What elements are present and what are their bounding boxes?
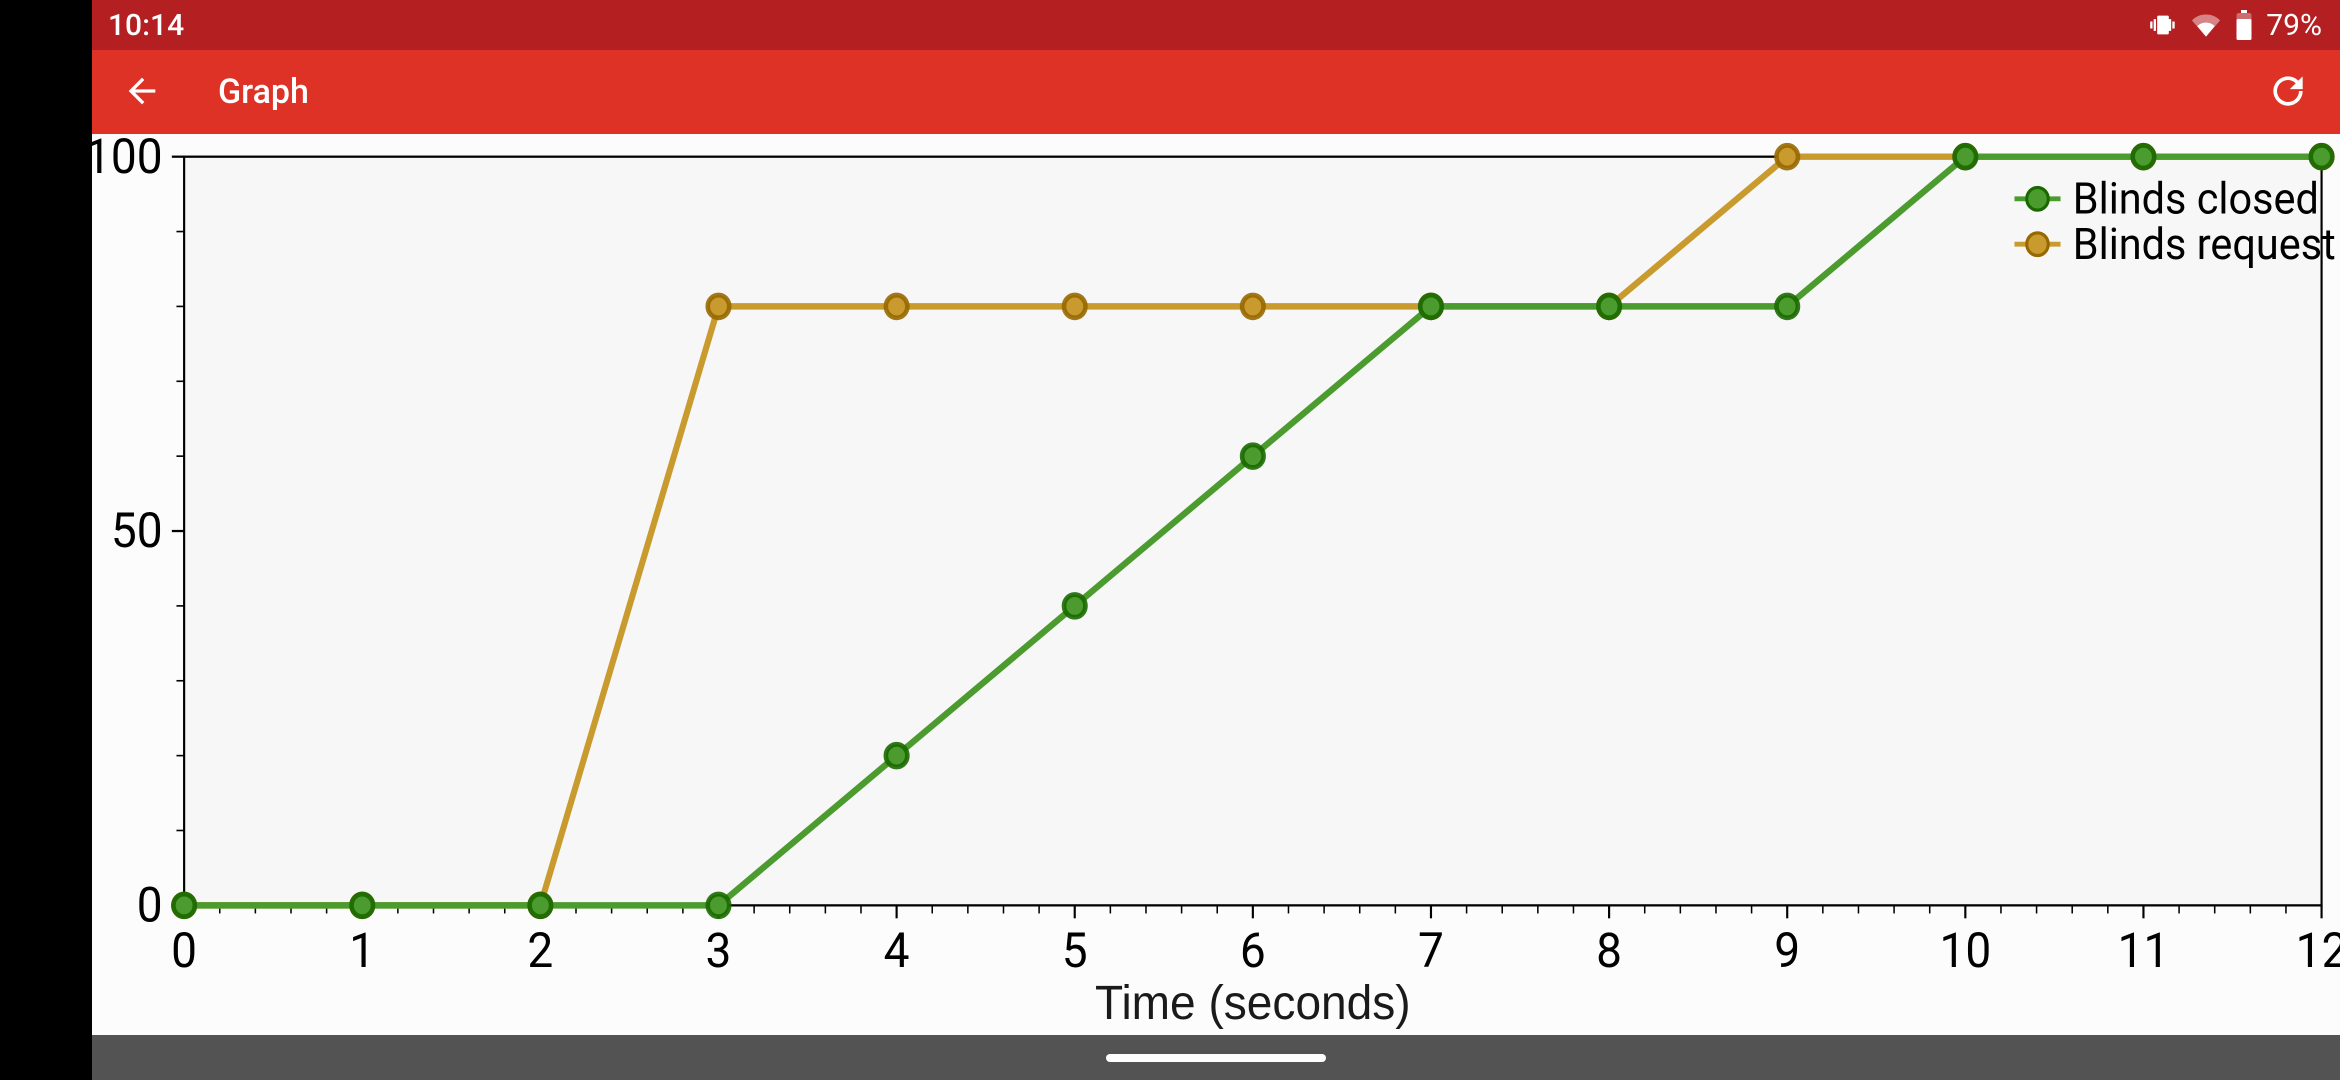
svg-text:100: 100	[92, 134, 163, 185]
arrow-left-icon	[122, 71, 162, 111]
svg-text:0: 0	[137, 876, 163, 933]
svg-text:1: 1	[349, 922, 375, 979]
battery-icon	[2234, 10, 2254, 40]
app-bar: Graph	[92, 50, 2340, 134]
svg-text:6: 6	[1240, 922, 1266, 979]
svg-text:Time (seconds): Time (seconds)	[1095, 976, 1411, 1030]
svg-text:7: 7	[1418, 922, 1444, 979]
svg-text:2: 2	[527, 922, 553, 979]
refresh-button[interactable]	[2258, 61, 2318, 124]
svg-text:9: 9	[1774, 922, 1800, 979]
battery-percent: 79%	[2266, 8, 2322, 43]
chart-svg: 0501000123456789101112Time (seconds)Blin…	[92, 134, 2340, 1035]
status-bar: 10:14 79%	[92, 0, 2340, 50]
home-indicator[interactable]	[1106, 1054, 1326, 1062]
svg-text:4: 4	[884, 922, 910, 979]
svg-text:10: 10	[1939, 922, 1991, 979]
svg-text:12: 12	[2296, 922, 2340, 979]
back-button[interactable]	[114, 63, 170, 122]
root: 10:14 79% Graph	[0, 0, 2340, 1080]
svg-text:8: 8	[1596, 922, 1622, 979]
legend-entry: Blinds closed	[2073, 173, 2319, 224]
chart-area[interactable]: 0501000123456789101112Time (seconds)Blin…	[92, 134, 2340, 1035]
wifi-icon	[2190, 11, 2222, 39]
nav-bar	[92, 1035, 2340, 1080]
status-time: 10:14	[108, 8, 184, 43]
content: 10:14 79% Graph	[92, 0, 2340, 1080]
refresh-icon	[2266, 69, 2310, 113]
page-title: Graph	[218, 72, 309, 112]
svg-text:3: 3	[706, 922, 732, 979]
svg-text:0: 0	[171, 922, 197, 979]
svg-text:5: 5	[1062, 922, 1088, 979]
svg-text:50: 50	[111, 502, 163, 559]
vibrate-icon	[2148, 11, 2178, 39]
svg-text:11: 11	[2118, 922, 2170, 979]
legend-entry: Blinds request	[2073, 219, 2336, 270]
camera-cutout-strip	[0, 0, 92, 1080]
status-icons: 79%	[2148, 8, 2322, 43]
